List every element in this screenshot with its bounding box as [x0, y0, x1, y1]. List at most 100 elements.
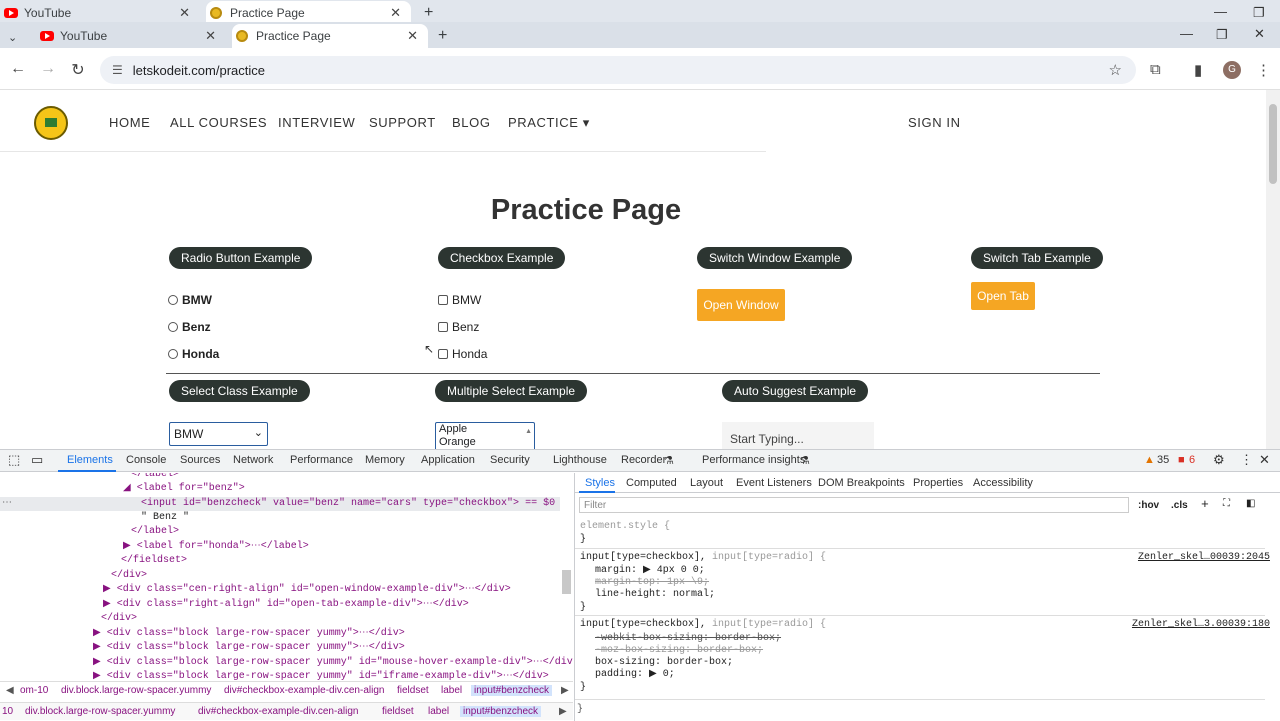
- breadcrumb-item[interactable]: div#checkbox-example-div.cen-align: [198, 706, 358, 717]
- css-property-overridden[interactable]: margin-top: 1px \9;: [595, 577, 709, 589]
- reload-icon[interactable]: ↻: [68, 60, 88, 80]
- warning-icon[interactable]: ▲: [1144, 454, 1155, 466]
- back-arrow-icon[interactable]: ←: [8, 60, 28, 78]
- checkbox[interactable]: [438, 349, 448, 359]
- breadcrumb-item-active[interactable]: input#benzcheck: [460, 706, 542, 717]
- radio-button[interactable]: [168, 322, 178, 332]
- close-icon[interactable]: ✕: [390, 5, 401, 21]
- dom-node[interactable]: ▶ <div class="block large-row-spacer yum…: [93, 641, 405, 655]
- close-devtools-icon[interactable]: ✕: [1259, 452, 1270, 468]
- settings-gear-icon[interactable]: ⚙: [1213, 452, 1225, 468]
- scroll-right-icon[interactable]: ▶: [559, 706, 567, 717]
- breadcrumb-item[interactable]: 10: [2, 706, 13, 717]
- tab-accessibility[interactable]: Accessibility: [973, 477, 1033, 489]
- expand-triangle-icon[interactable]: ▶: [93, 628, 101, 639]
- error-icon[interactable]: ■: [1178, 454, 1185, 466]
- restore-icon[interactable]: ❐: [1216, 27, 1228, 43]
- scroll-left-icon[interactable]: ◀: [6, 685, 14, 696]
- hover-state-toggle[interactable]: :hov: [1138, 500, 1159, 512]
- device-toolbar-icon[interactable]: ▭: [31, 452, 43, 468]
- breadcrumb-item-active[interactable]: input#benzcheck: [471, 685, 553, 696]
- scrollbar-thumb[interactable]: [1269, 104, 1277, 184]
- breadcrumb-item[interactable]: label: [428, 706, 449, 717]
- menu-kebab-icon[interactable]: ⋮: [1256, 61, 1271, 79]
- radio-button[interactable]: [168, 349, 178, 359]
- class-toggle[interactable]: .cls: [1171, 500, 1188, 512]
- multi-select-option[interactable]: Orange: [439, 436, 531, 449]
- tab-event-listeners[interactable]: Event Listeners: [736, 477, 812, 489]
- close-icon[interactable]: ✕: [205, 28, 216, 44]
- autosuggest-input[interactable]: Start Typing...: [722, 422, 874, 449]
- site-info-icon[interactable]: ☰: [112, 63, 123, 77]
- breadcrumb-item[interactable]: om-10: [20, 685, 48, 696]
- side-panel-icon[interactable]: ▮: [1194, 61, 1202, 79]
- devtools-menu-icon[interactable]: ⋮: [1240, 452, 1253, 468]
- dom-node[interactable]: </label>: [131, 473, 179, 482]
- expand-triangle-icon[interactable]: ◢: [123, 483, 131, 494]
- tab-lighthouse[interactable]: Lighthouse: [553, 454, 607, 466]
- dom-node[interactable]: ▶ <div class="block large-row-spacer yum…: [93, 670, 549, 681]
- tab-practice[interactable]: Practice Page ✕: [232, 24, 428, 48]
- dom-node[interactable]: ▶ <div class="block large-row-spacer yum…: [93, 627, 405, 641]
- text-node[interactable]: " Benz ": [141, 511, 189, 525]
- tab-properties[interactable]: Properties: [913, 477, 963, 489]
- css-property[interactable]: line-height: normal;: [595, 589, 715, 601]
- tab-dom-breakpoints[interactable]: DOM Breakpoints: [818, 477, 905, 489]
- car-select-dropdown[interactable]: BMW ⌄: [169, 422, 268, 446]
- dom-node[interactable]: ▶ <label for="honda">⋯</label>: [123, 540, 309, 554]
- nav-support[interactable]: SUPPORT: [369, 115, 436, 130]
- rule-selector[interactable]: input[type=checkbox], input[type=radio] …: [580, 619, 826, 631]
- dom-node[interactable]: </div>: [111, 569, 147, 583]
- close-window-icon[interactable]: ✕: [1254, 26, 1265, 42]
- tab-security[interactable]: Security: [490, 454, 530, 466]
- nav-all-courses[interactable]: ALL COURSES: [170, 115, 267, 130]
- elements-scrollbar[interactable]: [562, 570, 571, 594]
- dom-node[interactable]: ▶ <div class="right-align" id="open-tab-…: [103, 598, 469, 612]
- nav-practice[interactable]: PRACTICE ▾: [508, 115, 590, 131]
- expand-triangle-icon[interactable]: ▶: [103, 599, 111, 610]
- new-tab-button[interactable]: +: [434, 24, 454, 48]
- nav-sign-in[interactable]: SIGN IN: [908, 115, 961, 130]
- breadcrumb-item[interactable]: label: [441, 685, 462, 696]
- element-style-selector[interactable]: element.style {: [580, 521, 670, 533]
- rule-selector[interactable]: input[type=checkbox], input[type=radio] …: [580, 552, 826, 564]
- tab-layout[interactable]: Layout: [690, 477, 723, 489]
- expand-triangle-icon[interactable]: ▶: [123, 541, 131, 552]
- breadcrumb-item[interactable]: div.block.large-row-spacer.yummy: [25, 706, 175, 717]
- dom-node[interactable]: ▶ <div class="cen-right-align" id="open-…: [103, 583, 511, 597]
- breadcrumb-item[interactable]: div.block.large-row-spacer.yummy: [61, 685, 211, 696]
- tab-memory[interactable]: Memory: [365, 454, 405, 466]
- bookmark-star-icon[interactable]: ☆: [1109, 61, 1122, 79]
- tab-recorder[interactable]: Recorder: [621, 454, 666, 466]
- url-text[interactable]: letskodeit.com/practice: [133, 63, 265, 78]
- nav-interview[interactable]: INTERVIEW: [278, 115, 355, 130]
- close-icon[interactable]: ✕: [179, 5, 190, 21]
- elements-tree[interactable]: </label> ◢ <label for="benz"> ⋯ <input id…: [0, 473, 573, 681]
- stylesheet-source-link[interactable]: Zenler_skel…3.00039:180: [1132, 619, 1270, 630]
- tab-network[interactable]: Network: [233, 454, 273, 466]
- fruit-multi-select[interactable]: Apple Orange ▲: [435, 422, 535, 449]
- multi-select-option[interactable]: Apple: [439, 423, 531, 436]
- paint-brush-icon[interactable]: ⛶: [1223, 499, 1230, 511]
- css-property[interactable]: box-sizing: border-box;: [595, 657, 733, 669]
- css-property[interactable]: padding: ▶ 0;: [595, 669, 675, 681]
- maximize-icon[interactable]: ❐: [1253, 5, 1265, 21]
- stylesheet-source-link[interactable]: Zenler_skel…00039:2045: [1138, 552, 1270, 563]
- scroll-right-icon[interactable]: ▶: [561, 685, 569, 696]
- tab-styles[interactable]: Styles: [585, 477, 615, 489]
- tab-performance[interactable]: Performance: [290, 454, 353, 466]
- extensions-icon[interactable]: ⧉: [1150, 61, 1161, 78]
- radio-button[interactable]: [168, 295, 178, 305]
- tab-computed[interactable]: Computed: [626, 477, 677, 489]
- scroll-up-icon[interactable]: ▲: [525, 425, 532, 438]
- forward-arrow-icon[interactable]: →: [38, 60, 58, 78]
- add-rule-icon[interactable]: +: [1201, 498, 1209, 511]
- dom-node-selected[interactable]: ⋯ <input id="benzcheck" value="benz" name…: [0, 497, 560, 511]
- open-window-button[interactable]: Open Window: [697, 289, 785, 321]
- tab-sources[interactable]: Sources: [180, 454, 220, 466]
- expand-triangle-icon[interactable]: ▶: [103, 584, 111, 595]
- minimize-icon[interactable]: —: [1214, 4, 1227, 19]
- tab-console[interactable]: Console: [126, 454, 166, 466]
- dom-node[interactable]: ◢ <label for="benz">: [123, 482, 245, 496]
- open-tab-button[interactable]: Open Tab: [971, 282, 1035, 310]
